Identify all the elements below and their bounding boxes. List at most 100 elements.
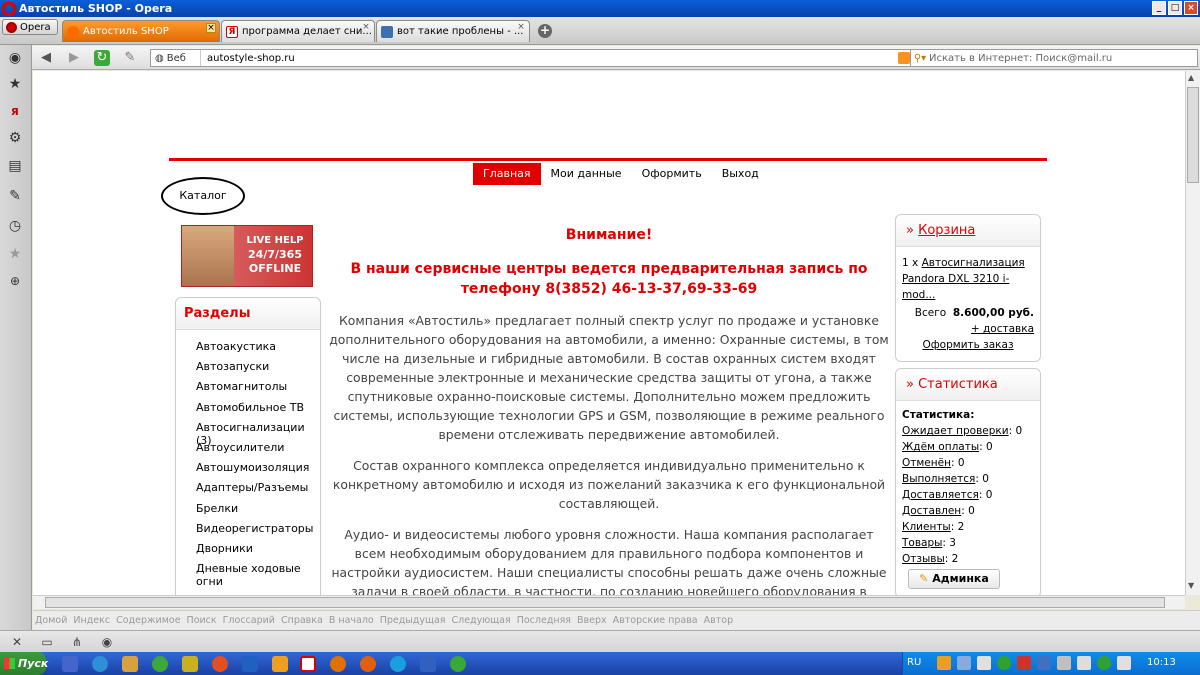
stats-link[interactable]: Доставляется: [902, 489, 979, 501]
navbar-help[interactable]: Справка: [281, 615, 323, 626]
skype-app-icon[interactable]: [390, 656, 406, 672]
section-item[interactable]: Адаптеры/Разъемы: [196, 481, 320, 501]
stats-link[interactable]: Ожидает проверки: [902, 425, 1009, 437]
opera-menu-button[interactable]: Opera: [2, 19, 58, 35]
live-help-banner[interactable]: LIVE HELP 24/7/365 OFFLINE: [181, 225, 313, 287]
maximize-button[interactable]: □: [1168, 1, 1182, 15]
tray-icon-2[interactable]: [957, 656, 971, 670]
stats-link[interactable]: Ждём оплаты: [902, 441, 979, 453]
section-item[interactable]: Автоусилители: [196, 441, 320, 461]
volume-icon[interactable]: [1077, 656, 1091, 670]
navbar-up[interactable]: Вверх: [577, 615, 607, 626]
bookmarks-star-icon[interactable]: ★: [4, 73, 26, 95]
tab-autostyle[interactable]: Автостиль SHOP ×: [62, 20, 220, 42]
rss-feed-icon[interactable]: [898, 52, 911, 64]
horizontal-scrollbar[interactable]: [33, 595, 1185, 609]
section-item[interactable]: Автомобильное ТВ: [196, 401, 320, 421]
navbar-search[interactable]: Поиск: [187, 615, 217, 626]
browser-app-icon[interactable]: [360, 656, 376, 672]
language-indicator[interactable]: RU: [907, 657, 921, 668]
tray-icon-6[interactable]: [1037, 656, 1051, 670]
section-item[interactable]: Автоакустика: [196, 340, 320, 360]
save-app-icon[interactable]: [62, 656, 78, 672]
section-item[interactable]: Дневные ходовые огни: [196, 562, 320, 588]
section-item[interactable]: Автозапуски: [196, 360, 320, 380]
horizontal-scroll-thumb[interactable]: [45, 597, 1165, 608]
navbar-copyright[interactable]: Авторские права: [613, 615, 698, 626]
url-field[interactable]: ◍ Веб autostyle-shop.ru ★: [150, 49, 930, 67]
navbar-first[interactable]: В начало: [329, 615, 374, 626]
tab-close-icon[interactable]: ×: [206, 23, 216, 33]
stats-link[interactable]: Клиенты: [902, 521, 951, 533]
unite-icon[interactable]: ⋔: [70, 635, 84, 649]
url-text[interactable]: autostyle-shop.ru: [201, 53, 898, 64]
tray-icon-9[interactable]: [1097, 656, 1111, 670]
catalog-link[interactable]: Каталог: [161, 177, 245, 215]
tray-icon-5[interactable]: [1017, 656, 1031, 670]
vertical-scrollbar[interactable]: ▲ ▼: [1185, 71, 1200, 595]
tab-problems[interactable]: вот такие проблены - ... ×: [376, 20, 530, 42]
opera-taskbar-icon[interactable]: [300, 656, 316, 672]
scroll-down-arrow-icon[interactable]: ▼: [1188, 581, 1194, 590]
aimp-app-icon[interactable]: [212, 656, 228, 672]
forward-arrow-icon[interactable]: ▶: [66, 50, 82, 66]
section-item[interactable]: Автошумоизоляция: [196, 461, 320, 481]
window-icon[interactable]: ▭: [40, 635, 54, 649]
section-item[interactable]: Автосигнализации (3): [196, 421, 320, 447]
nav-my-data-link[interactable]: Мои данные: [541, 163, 632, 185]
nav-logout-link[interactable]: Выход: [712, 163, 769, 185]
stats-link[interactable]: Выполняется: [902, 473, 975, 485]
tools-cross-icon[interactable]: ✕: [10, 635, 24, 649]
section-item[interactable]: Брелки: [196, 502, 320, 522]
messages-icon[interactable]: ▤: [4, 155, 26, 177]
edit-pen-icon[interactable]: ✎: [122, 50, 138, 66]
cart-shipping-link[interactable]: + доставка: [971, 323, 1034, 335]
back-arrow-icon[interactable]: ◀: [38, 50, 54, 66]
favorites-star-icon[interactable]: ★: [4, 243, 26, 265]
torrent-app-icon[interactable]: [152, 656, 168, 672]
network-icon[interactable]: [1117, 656, 1131, 670]
new-tab-plus-icon[interactable]: +: [538, 24, 552, 38]
reload-icon[interactable]: ↻: [94, 50, 110, 66]
clock[interactable]: 10:13: [1147, 657, 1176, 668]
vertical-scroll-thumb[interactable]: [1187, 87, 1199, 183]
firefox-app-icon[interactable]: [330, 656, 346, 672]
add-panel-plus-icon[interactable]: ⊕: [4, 270, 26, 292]
navbar-index[interactable]: Индекс: [73, 615, 110, 626]
cart-item-link[interactable]: Автосигнализация Pandora DXL 3210 i-mod.…: [902, 257, 1025, 301]
start-button[interactable]: Пуск: [0, 652, 48, 675]
navbar-last[interactable]: Последняя: [517, 615, 571, 626]
player-app-icon[interactable]: [272, 656, 288, 672]
tab-close-icon[interactable]: ×: [361, 23, 371, 33]
stats-link[interactable]: Доставлен: [902, 505, 961, 517]
yandex-panel-icon[interactable]: я: [4, 100, 26, 122]
nav-home-link[interactable]: Главная: [473, 163, 541, 185]
tool-app-icon[interactable]: [182, 656, 198, 672]
checkout-link[interactable]: Оформить заказ: [922, 339, 1013, 351]
tab-close-icon[interactable]: ×: [516, 23, 526, 33]
section-item[interactable]: Дворники: [196, 542, 320, 562]
navbar-contents[interactable]: Содержимое: [116, 615, 180, 626]
explorer-app-icon[interactable]: [122, 656, 138, 672]
history-clock-icon[interactable]: ◷: [4, 215, 26, 237]
admin-button[interactable]: ✎ Админка: [908, 569, 1000, 589]
settings-gear-icon[interactable]: ⚙: [4, 127, 26, 149]
minimize-button[interactable]: _: [1152, 1, 1166, 15]
search-engine-icon[interactable]: ⚲▾: [911, 53, 929, 64]
section-item[interactable]: Видеорегистраторы: [196, 522, 320, 542]
stats-link[interactable]: Отменён: [902, 457, 951, 469]
search-field[interactable]: ⚲▾ Искать в Интернет: Поиск@mail.ru: [910, 49, 1198, 67]
section-item[interactable]: Автомагнитолы: [196, 380, 320, 400]
nav-checkout-link[interactable]: Оформить: [632, 163, 712, 185]
cart-link[interactable]: Корзина: [918, 223, 975, 238]
navbar-next[interactable]: Следующая: [451, 615, 510, 626]
navbar-home[interactable]: Домой: [35, 615, 67, 626]
turbo-icon[interactable]: ◉: [100, 635, 114, 649]
navbar-glossary[interactable]: Глоссарий: [223, 615, 275, 626]
tools-icon[interactable]: ✎: [4, 185, 26, 207]
stats-link[interactable]: Товары: [902, 537, 942, 549]
close-window-button[interactable]: ×: [1184, 1, 1198, 15]
tray-icon-4[interactable]: [997, 656, 1011, 670]
ie-app-icon[interactable]: [92, 656, 108, 672]
scroll-up-arrow-icon[interactable]: ▲: [1188, 73, 1194, 82]
